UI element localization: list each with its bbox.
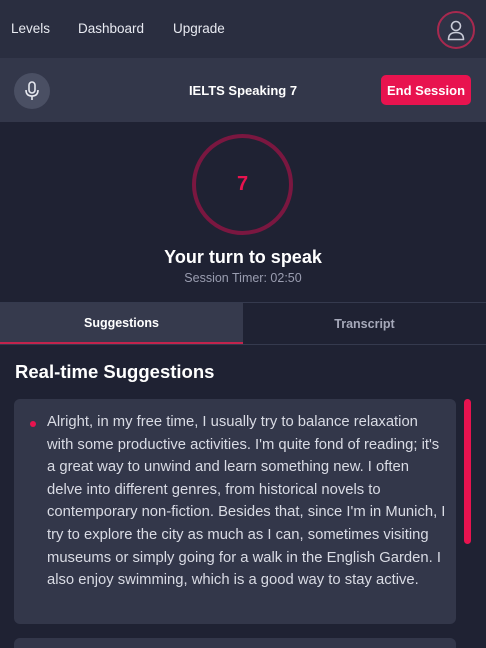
top-nav: Levels Dashboard Upgrade [0,0,486,58]
nav-dashboard-link[interactable]: Dashboard [78,21,144,36]
nav-upgrade-link[interactable]: Upgrade [173,21,225,36]
tab-transcript[interactable]: Transcript [243,303,486,344]
end-session-button[interactable]: End Session [381,75,471,105]
suggestion-card: Alright, in my free time, I usually try … [14,399,456,624]
avatar-button[interactable] [437,11,475,49]
scrollbar-thumb[interactable] [464,399,471,544]
tab-suggestions[interactable]: Suggestions [0,303,243,344]
bullet-icon [30,421,36,427]
session-bar: IELTS Speaking 7 End Session [0,58,486,122]
turn-status: Your turn to speak [164,247,322,267]
session-timer: Session Timer: 02:50 [184,271,302,285]
user-icon [447,20,465,41]
countdown-ring: 7 [192,134,293,235]
tab-bar: Suggestions Transcript [0,302,486,345]
suggestions-heading: Real-time Suggestions [15,361,215,382]
nav-levels-link[interactable]: Levels [11,21,50,36]
suggestion-text: Alright, in my free time, I usually try … [47,414,446,589]
countdown-number: 7 [236,173,249,195]
suggestion-card [14,638,456,648]
